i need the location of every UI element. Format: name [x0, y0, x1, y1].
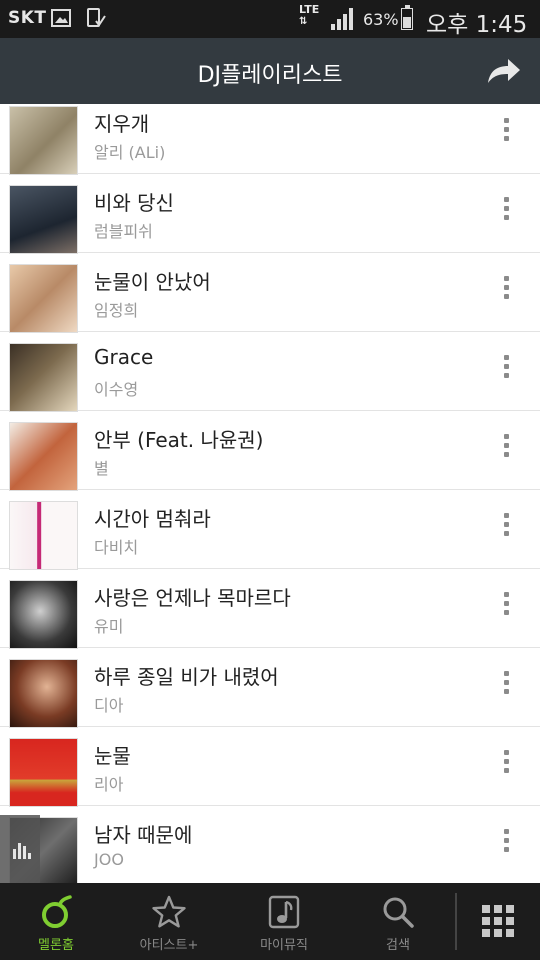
music-note-icon [268, 895, 300, 929]
more-options-icon[interactable] [498, 118, 514, 152]
tab-label: 검색 [386, 938, 410, 953]
device-check-icon [87, 8, 106, 27]
song-artist: 알리 (ALi) [94, 143, 166, 162]
album-art [9, 422, 78, 491]
bottom-nav: 멜론홈 아티스트+ 마이뮤직 검색 [0, 883, 540, 960]
more-options-icon[interactable] [498, 829, 514, 863]
more-options-icon[interactable] [498, 276, 514, 310]
album-art [9, 106, 78, 175]
song-artist: 디아 [94, 696, 124, 715]
song-row[interactable]: 비와 당신 럼블피쉬 [0, 175, 540, 254]
song-title: 하루 종일 비가 내렸어 [94, 665, 279, 689]
more-options-icon[interactable] [498, 671, 514, 705]
tab-search[interactable]: 검색 [342, 883, 454, 960]
clock: 오후 1:45 [426, 12, 528, 38]
song-title: 남자 때문에 [94, 823, 193, 847]
signal-icon [331, 8, 353, 30]
more-options-icon[interactable] [498, 197, 514, 231]
album-art [9, 185, 78, 254]
nav-divider [455, 893, 457, 950]
search-icon [383, 897, 414, 928]
song-title: 안부 (Feat. 나윤권) [94, 428, 264, 452]
tab-label: 마이뮤직 [260, 938, 308, 953]
tab-my-music[interactable]: 마이뮤직 [228, 883, 340, 960]
battery-percent: 63% [363, 10, 399, 29]
more-options-icon[interactable] [498, 355, 514, 389]
song-row[interactable]: 눈물이 안났어 임정희 [0, 254, 540, 333]
album-art [9, 659, 78, 728]
now-playing-handle[interactable] [0, 815, 40, 883]
song-row[interactable]: 하루 종일 비가 내렸어 디아 [0, 649, 540, 728]
song-row[interactable]: 시간아 멈춰라 다비치 [0, 491, 540, 570]
song-artist: 리아 [94, 775, 124, 794]
song-title: 시간아 멈춰라 [94, 507, 211, 531]
page-title: DJ플레이리스트 [197, 63, 343, 88]
app-header: DJ플레이리스트 [0, 38, 540, 104]
song-title: 눈물이 안났어 [94, 270, 211, 294]
share-icon[interactable] [486, 56, 522, 86]
song-artist: 유미 [94, 617, 124, 636]
tab-melon-home[interactable]: 멜론홈 [0, 883, 112, 960]
more-options-icon[interactable] [498, 513, 514, 547]
album-art [9, 580, 78, 649]
more-options-icon[interactable] [498, 750, 514, 784]
song-title: 사랑은 언제나 목마르다 [94, 586, 291, 610]
menu-grid-icon[interactable] [482, 905, 514, 937]
song-row[interactable]: 지우개 알리 (ALi) [0, 104, 540, 175]
song-list[interactable]: 지우개 알리 (ALi) 비와 당신 럼블피쉬 눈물이 안났어 임정희 Grac… [0, 104, 540, 883]
song-artist: 임정희 [94, 301, 139, 320]
tab-artist-plus[interactable]: 아티스트+ [113, 883, 225, 960]
song-row[interactable]: Grace 이수영 [0, 333, 540, 412]
tab-label: 아티스트+ [139, 938, 199, 953]
song-artist: JOO [94, 850, 124, 869]
song-row[interactable]: 안부 (Feat. 나윤권) 별 [0, 412, 540, 491]
album-art [9, 343, 78, 412]
more-options-icon[interactable] [498, 434, 514, 468]
star-icon [152, 895, 186, 928]
album-art [9, 501, 78, 570]
equalizer-icon [13, 843, 31, 859]
song-row[interactable]: 남자 때문에 JOO [0, 807, 540, 883]
status-bar: SKT LTE ⇅ 63% 오후 1:45 [0, 0, 540, 38]
carrier-name: SKT [8, 8, 47, 28]
gallery-icon [51, 9, 71, 27]
album-art [9, 738, 78, 807]
song-row[interactable]: 눈물 리아 [0, 728, 540, 807]
song-artist: 다비치 [94, 538, 139, 557]
song-title: Grace [94, 345, 154, 369]
network-type: LTE ⇅ [299, 3, 320, 27]
more-options-icon[interactable] [498, 592, 514, 626]
battery-icon [401, 5, 413, 30]
melon-icon [42, 895, 72, 928]
song-artist: 이수영 [94, 380, 139, 399]
album-art [9, 264, 78, 333]
song-title: 눈물 [94, 744, 131, 768]
song-row[interactable]: 사랑은 언제나 목마르다 유미 [0, 570, 540, 649]
song-title: 비와 당신 [94, 191, 174, 215]
song-artist: 럼블피쉬 [94, 222, 153, 241]
song-artist: 별 [94, 459, 109, 478]
tab-label: 멜론홈 [38, 938, 74, 953]
song-title: 지우개 [94, 112, 150, 136]
